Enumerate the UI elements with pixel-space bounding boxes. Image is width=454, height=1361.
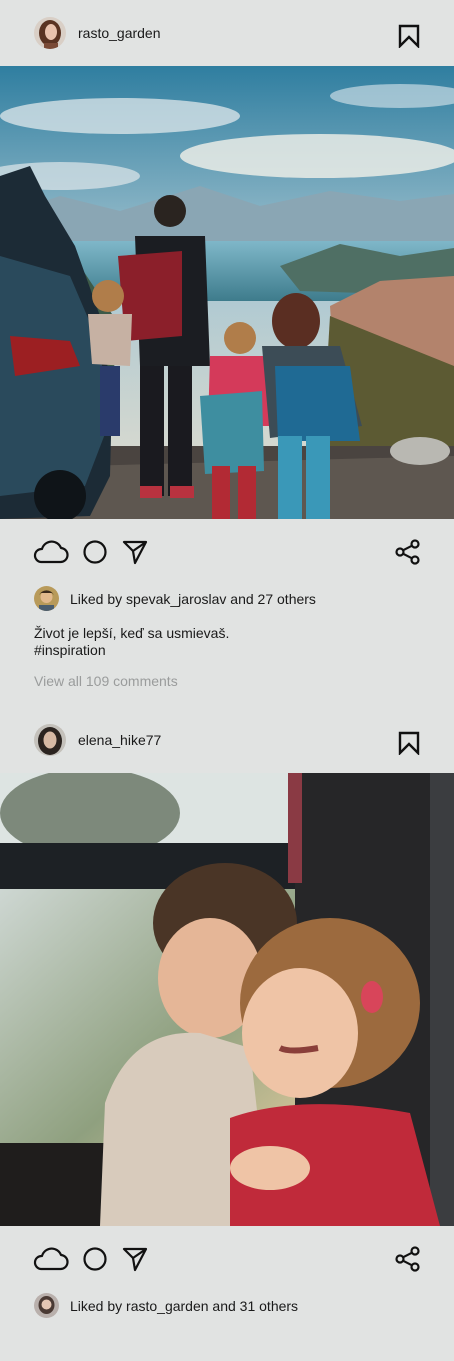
cloud-like-icon[interactable] (33, 1246, 69, 1272)
cloud-like-icon[interactable] (33, 539, 69, 565)
liker-avatar[interactable] (34, 1293, 59, 1318)
share-icon[interactable] (395, 539, 421, 565)
post-header: rasto_garden (0, 0, 454, 66)
user-avatar[interactable] (34, 724, 66, 756)
bookmark-icon[interactable] (398, 731, 420, 755)
user-avatar[interactable] (34, 17, 66, 49)
share-icon[interactable] (395, 1246, 421, 1272)
bookmark-icon[interactable] (398, 24, 420, 48)
feed-post: elena_hike77 Liked by rasto_garden and 3… (0, 707, 454, 1324)
liker-avatar[interactable] (34, 586, 59, 611)
view-comments-link[interactable]: View all 109 comments (0, 659, 454, 690)
likes-text[interactable]: Liked by rasto_garden and 31 others (70, 1292, 298, 1320)
send-icon[interactable] (122, 539, 148, 565)
caption-text: Život je lepší, keď sa usmievaš. (34, 625, 230, 641)
post-photo[interactable] (0, 66, 454, 519)
comment-circle-icon[interactable] (82, 1246, 108, 1272)
post-actions (0, 1226, 454, 1292)
post-header: elena_hike77 (0, 707, 454, 773)
feed-post: rasto_garden Liked by spevak_jaroslav an… (0, 0, 454, 690)
likes-row: Liked by spevak_jaroslav and 27 others (0, 585, 454, 617)
caption-hashtag[interactable]: #inspiration (34, 642, 420, 659)
likes-text[interactable]: Liked by spevak_jaroslav and 27 others (70, 585, 316, 613)
post-username[interactable]: rasto_garden (78, 0, 161, 66)
post-username[interactable]: elena_hike77 (78, 707, 161, 773)
post-actions (0, 519, 454, 585)
likes-row: Liked by rasto_garden and 31 others (0, 1292, 454, 1324)
post-photo[interactable] (0, 773, 454, 1226)
post-caption: Život je lepší, keď sa usmievaš. #inspir… (0, 617, 454, 659)
comment-circle-icon[interactable] (82, 539, 108, 565)
send-icon[interactable] (122, 1246, 148, 1272)
